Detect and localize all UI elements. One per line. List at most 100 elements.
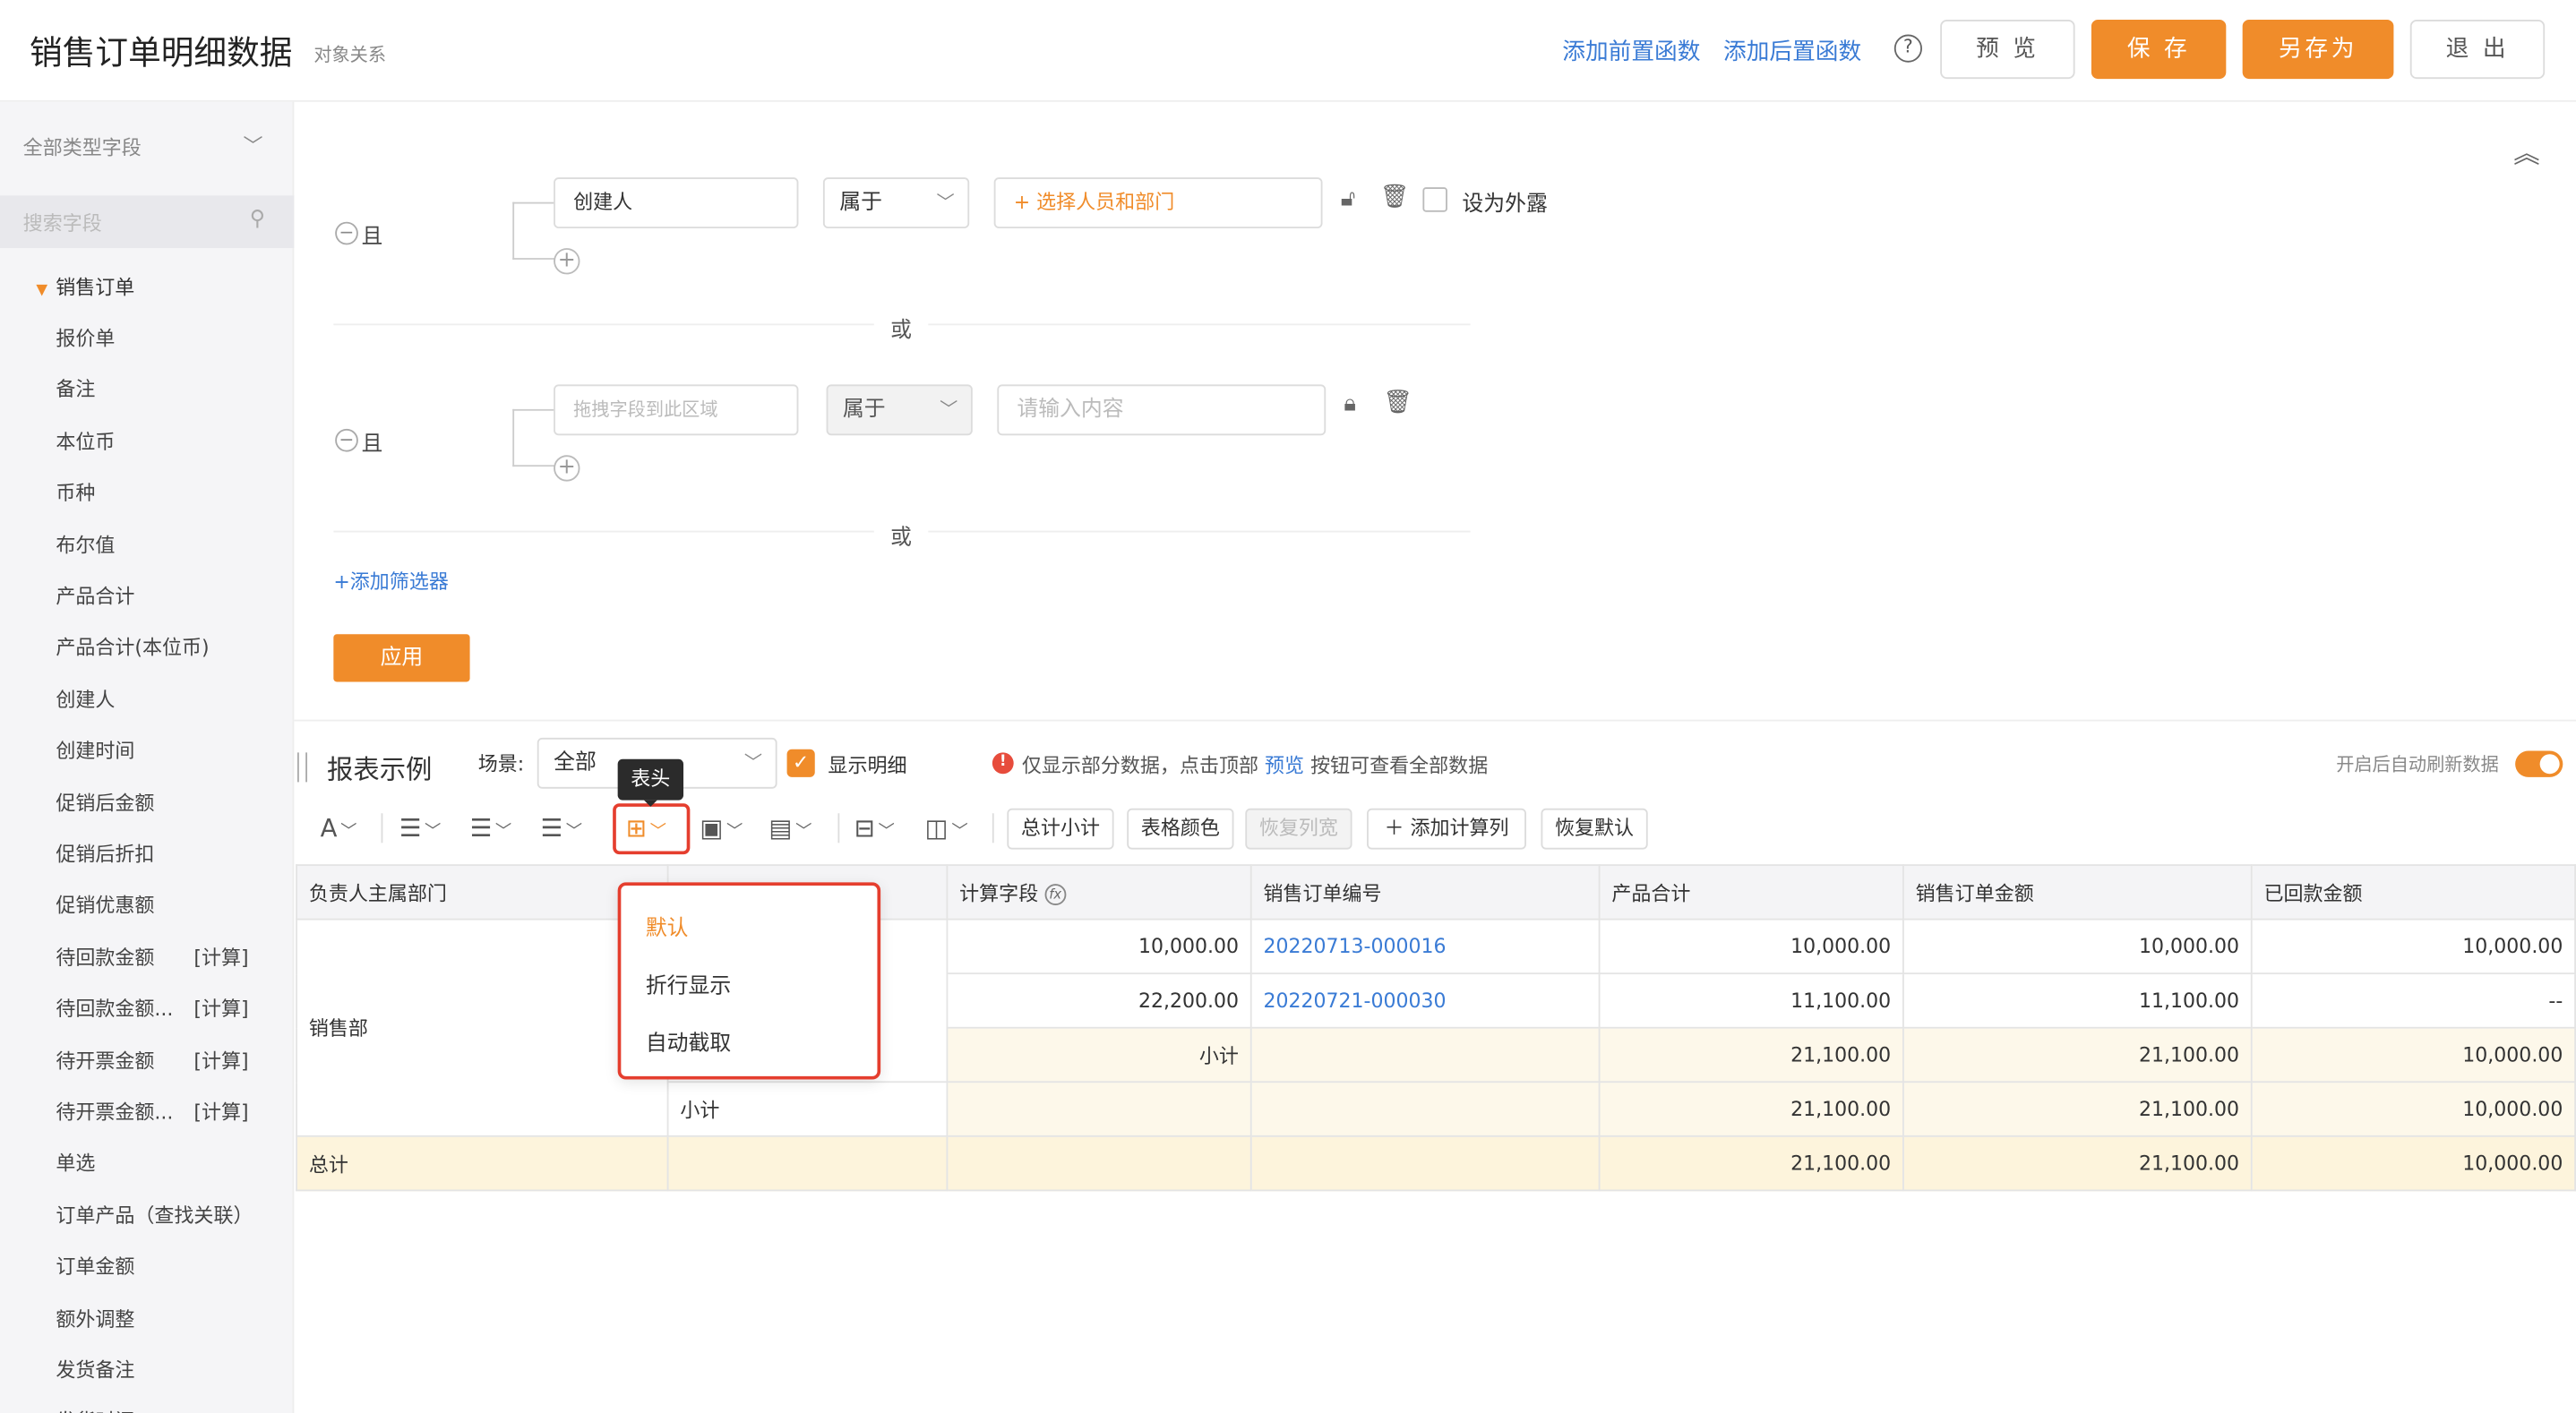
- order-no-link[interactable]: 20220713-000016: [1249, 918, 1601, 975]
- drag-handle-icon[interactable]: [296, 752, 307, 783]
- apply-button[interactable]: 应用: [333, 634, 470, 682]
- expose-checkbox[interactable]: [1422, 187, 1447, 212]
- dropdown-item-default[interactable]: 默认: [646, 911, 689, 942]
- auto-refresh-toggle[interactable]: [2515, 750, 2563, 777]
- unlock-icon[interactable]: 🔓︎: [1341, 185, 1356, 211]
- filter-field-creator[interactable]: 创建人: [554, 177, 799, 229]
- freeze-column-tool[interactable]: ◫ ﹀: [925, 813, 968, 843]
- lock-icon[interactable]: 🔒︎: [1344, 391, 1356, 417]
- restore-default-button[interactable]: 恢复默认: [1541, 808, 1648, 850]
- chevron-down-icon: ﹀: [425, 823, 442, 842]
- sidebar-field-item[interactable]: 额外调整: [56, 1304, 286, 1332]
- filter-operator-select[interactable]: 属于 ﹀: [822, 177, 970, 229]
- sidebar-field-label: 订单产品（查找关联）: [56, 1203, 253, 1228]
- save-as-button[interactable]: 另存为: [2242, 20, 2394, 80]
- toolbar-separator: [992, 813, 994, 844]
- sidebar-field-item[interactable]: 本位币: [56, 427, 286, 455]
- sidebar-field-item[interactable]: 发货时间: [56, 1407, 286, 1413]
- freeze-row-tool[interactable]: ⊟ ﹀: [854, 813, 895, 843]
- sidebar-field-item[interactable]: 待开票金额 [计算]: [56, 1046, 286, 1074]
- sidebar-field-item[interactable]: 促销优惠额: [56, 891, 286, 919]
- align-left-tool[interactable]: ☰ ﹀: [399, 813, 442, 843]
- trash-icon[interactable]: 🗑︎: [1383, 390, 1413, 415]
- drag-field-dropzone[interactable]: 拖拽字段到此区域: [554, 384, 799, 436]
- save-button[interactable]: 保 存: [2091, 20, 2227, 80]
- sidebar-field-item[interactable]: 促销后折扣: [56, 840, 286, 868]
- sidebar-field-item[interactable]: 报价单: [56, 323, 286, 351]
- order-no-link[interactable]: 20220721-000030: [1249, 972, 1601, 1029]
- dropdown-item-wrap[interactable]: 折行显示: [646, 968, 731, 999]
- chevron-down-icon: ﹀: [878, 823, 895, 842]
- caret-down-icon: ▼: [36, 282, 48, 299]
- trash-icon[interactable]: 🗑︎: [1380, 184, 1410, 210]
- exit-button[interactable]: 退 出: [2409, 20, 2546, 80]
- col-header-calc-field[interactable]: 计算字段 fx: [946, 864, 1252, 921]
- plus-icon: ＋: [1384, 816, 1411, 840]
- help-icon[interactable]: ?: [1893, 34, 1922, 63]
- sidebar-field-item[interactable]: 单选: [56, 1149, 286, 1177]
- total-received: 10,000.00: [2250, 1135, 2576, 1192]
- show-detail-checkbox[interactable]: ✓: [786, 749, 815, 777]
- chevron-down-icon[interactable]: ﹀: [243, 132, 262, 159]
- restore-column-width-button[interactable]: 恢复列宽: [1245, 808, 1352, 850]
- add-condition-icon[interactable]: +: [554, 248, 580, 275]
- row-style-tool[interactable]: ▤ ﹀: [769, 813, 811, 843]
- align-center-icon: ☰: [469, 813, 493, 844]
- sidebar-field-item[interactable]: 促销后金额: [56, 788, 286, 816]
- sidebar-field-item[interactable]: 创建时间: [56, 736, 286, 764]
- field-type-select[interactable]: 全部类型字段: [23, 133, 142, 161]
- col-header-order-no[interactable]: 销售订单编号: [1249, 864, 1601, 921]
- collapse-group-icon[interactable]: −: [335, 221, 358, 245]
- add-pre-function-link[interactable]: 添加前置函数: [1562, 35, 1700, 68]
- select-person-dept-input[interactable]: + 选择人员和部门: [993, 177, 1323, 229]
- add-post-function-link[interactable]: 添加后置函数: [1723, 35, 1861, 68]
- warning-icon: !: [992, 752, 1014, 775]
- sidebar-field-item[interactable]: 币种: [56, 478, 286, 506]
- sidebar-field-item[interactable]: 发货备注: [56, 1356, 286, 1383]
- sidebar-field-item[interactable]: 备注: [56, 375, 286, 403]
- col-header-product-total[interactable]: 产品合计: [1598, 864, 1904, 921]
- notice-preview-link[interactable]: 预览: [1265, 754, 1304, 777]
- sidebar-field-item[interactable]: 待回款金额 [计算]: [56, 943, 286, 971]
- col-header-received[interactable]: 已回款金额: [2250, 864, 2576, 921]
- sidebar-field-item[interactable]: 布尔值: [56, 530, 286, 558]
- search-icon[interactable]: ⚲: [250, 207, 265, 232]
- subtotal-calc: [946, 1081, 1252, 1137]
- add-calc-column-label: 添加计算列: [1410, 816, 1509, 840]
- collapse-up-icon[interactable]: ︽: [2513, 132, 2539, 171]
- table-color-button[interactable]: 表格颜色: [1127, 808, 1234, 850]
- sidebar-field-item[interactable]: 产品合计: [56, 582, 286, 610]
- order-amount-cell: 10,000.00: [1902, 918, 2253, 975]
- sidebar-field-item[interactable]: 订单产品（查找关联）: [56, 1201, 286, 1229]
- sidebar-field-label: 待开票金额...: [56, 1100, 174, 1125]
- preview-button[interactable]: 预 览: [1940, 20, 2075, 80]
- col-header-order-amount[interactable]: 销售订单金额: [1902, 864, 2253, 921]
- align-center-tool[interactable]: ☰ ﹀: [470, 813, 512, 843]
- collapse-group-icon[interactable]: −: [335, 428, 358, 452]
- cell-fill-tool[interactable]: ▣ ﹀: [700, 813, 743, 843]
- dropdown-item-truncate[interactable]: 自动截取: [646, 1025, 731, 1057]
- total-subtotal-button[interactable]: 总计小计: [1007, 808, 1114, 850]
- sidebar-field-item[interactable]: 待开票金额... [计算]: [56, 1098, 286, 1126]
- sidebar-field-item[interactable]: 订单金额: [56, 1253, 286, 1280]
- col-header-dept[interactable]: 负责人主属部门: [296, 864, 669, 921]
- filter-operator-select[interactable]: 属于 ﹀: [826, 384, 973, 436]
- subtotal-product-total: 21,100.00: [1598, 1026, 1904, 1083]
- field-search-input[interactable]: 搜索字段 ⚲: [0, 195, 295, 249]
- font-size-tool[interactable]: A ﹀: [321, 813, 357, 843]
- sidebar-field-item[interactable]: 待回款金额... [计算]: [56, 994, 286, 1022]
- scene-label: 场景:: [477, 752, 525, 776]
- add-condition-icon[interactable]: +: [554, 455, 580, 482]
- sidebar-field-label: 备注: [56, 378, 96, 402]
- sidebar-field-label: 促销后金额: [56, 791, 155, 815]
- sidebar-root-sales-order[interactable]: ▼ 销售订单: [36, 273, 134, 301]
- align-right-tool[interactable]: ☰ ﹀: [540, 813, 582, 843]
- add-filter-link[interactable]: +添加筛选器: [333, 567, 449, 595]
- sidebar-field-label: 订单金额: [56, 1255, 135, 1279]
- freeze-column-icon: ◫: [924, 813, 949, 844]
- font-icon: A: [320, 813, 338, 844]
- sidebar-field-item[interactable]: 创建人: [56, 685, 286, 713]
- sidebar-field-item[interactable]: 产品合计(本位币): [56, 633, 286, 661]
- filter-value-input[interactable]: 请输入内容: [997, 384, 1327, 436]
- add-calc-column-button[interactable]: ＋ 添加计算列: [1367, 808, 1526, 850]
